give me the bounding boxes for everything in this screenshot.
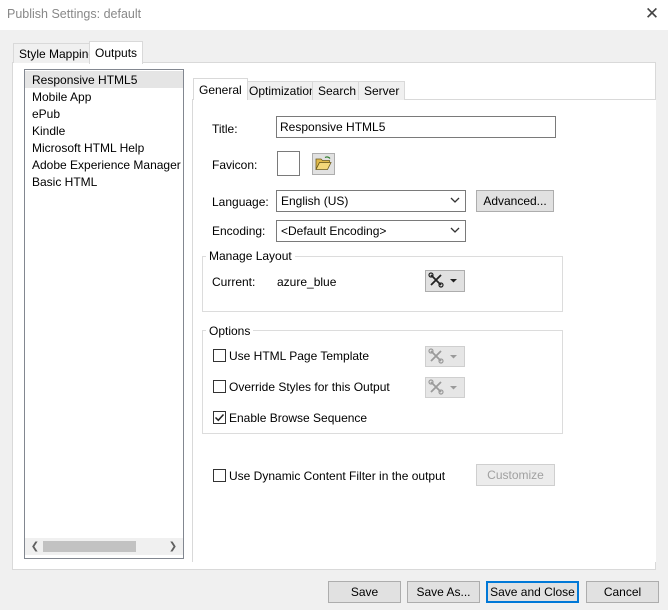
enable-browse-sequence-label: Enable Browse Sequence: [229, 411, 368, 425]
save-as-button[interactable]: Save As...: [407, 581, 480, 603]
tab-general[interactable]: General: [193, 78, 248, 100]
use-html-template-checkbox[interactable]: [213, 349, 226, 362]
output-list[interactable]: Responsive HTML5 Mobile App ePub Kindle …: [24, 69, 184, 559]
override-styles-label: Override Styles for this Output: [229, 380, 390, 394]
close-icon[interactable]: ✕: [641, 3, 663, 25]
list-item-kindle[interactable]: Kindle: [25, 122, 183, 139]
favicon-browse-button[interactable]: [312, 153, 335, 175]
list-item-mobile-app[interactable]: Mobile App: [25, 88, 183, 105]
scroll-right-icon[interactable]: ❯: [166, 538, 180, 555]
encoding-value: <Default Encoding>: [281, 224, 387, 238]
dynamic-filter-label: Use Dynamic Content Filter in the output: [229, 469, 446, 483]
tab-search[interactable]: Search: [312, 81, 363, 100]
tab-optimization[interactable]: Optimization: [243, 81, 322, 100]
cancel-button[interactable]: Cancel: [586, 581, 659, 603]
tab-server[interactable]: Server: [358, 81, 406, 100]
favicon-label: Favicon:: [212, 158, 258, 172]
manage-layout-group: [202, 256, 563, 312]
list-item-microsoft-html-help[interactable]: Microsoft HTML Help: [25, 139, 183, 156]
check-icon: [214, 413, 225, 422]
current-layout-label: Current:: [212, 275, 256, 289]
list-item-basic-html[interactable]: Basic HTML: [25, 173, 183, 190]
template-tools-button[interactable]: [425, 346, 465, 367]
dynamic-filter-checkbox[interactable]: [213, 469, 226, 482]
scroll-left-icon[interactable]: ❮: [28, 538, 42, 555]
advanced-button[interactable]: Advanced...: [476, 190, 554, 212]
favicon-preview: [277, 151, 300, 176]
chevron-down-icon: [450, 227, 460, 233]
title-label: Title:: [212, 122, 238, 136]
override-styles-checkbox[interactable]: [213, 380, 226, 393]
save-button[interactable]: Save: [328, 581, 401, 603]
folder-open-icon: [315, 156, 332, 170]
tab-style-mapping[interactable]: Style Mapping: [13, 43, 102, 63]
window-title: Publish Settings: default: [7, 7, 142, 21]
tools-icon: [428, 272, 457, 288]
tab-outputs[interactable]: Outputs: [89, 41, 144, 64]
list-item-epub[interactable]: ePub: [25, 105, 183, 122]
use-html-template-label: Use HTML Page Template: [229, 349, 370, 363]
language-label: Language:: [212, 195, 269, 209]
current-layout-value: azure_blue: [277, 275, 337, 289]
language-select[interactable]: English (US): [276, 190, 466, 212]
scrollbar-thumb[interactable]: [43, 541, 136, 552]
manage-layout-title: Manage Layout: [206, 249, 295, 263]
encoding-label: Encoding:: [212, 224, 266, 238]
list-item-adobe-experience-manager[interactable]: Adobe Experience Manager Mo: [25, 156, 183, 173]
enable-browse-sequence-checkbox[interactable]: [213, 411, 226, 424]
language-value: English (US): [281, 194, 349, 208]
layout-tools-button[interactable]: [425, 270, 465, 292]
tools-icon: [428, 348, 457, 364]
chevron-down-icon: [450, 197, 460, 203]
encoding-select[interactable]: <Default Encoding>: [276, 220, 466, 242]
customize-button[interactable]: Customize: [476, 464, 555, 486]
tools-icon: [428, 379, 457, 395]
title-input[interactable]: Responsive HTML5: [276, 116, 556, 138]
save-and-close-button[interactable]: Save and Close: [486, 581, 579, 603]
styles-tools-button[interactable]: [425, 377, 465, 398]
options-title: Options: [206, 324, 254, 338]
list-item-responsive-html5[interactable]: Responsive HTML5: [25, 71, 183, 88]
